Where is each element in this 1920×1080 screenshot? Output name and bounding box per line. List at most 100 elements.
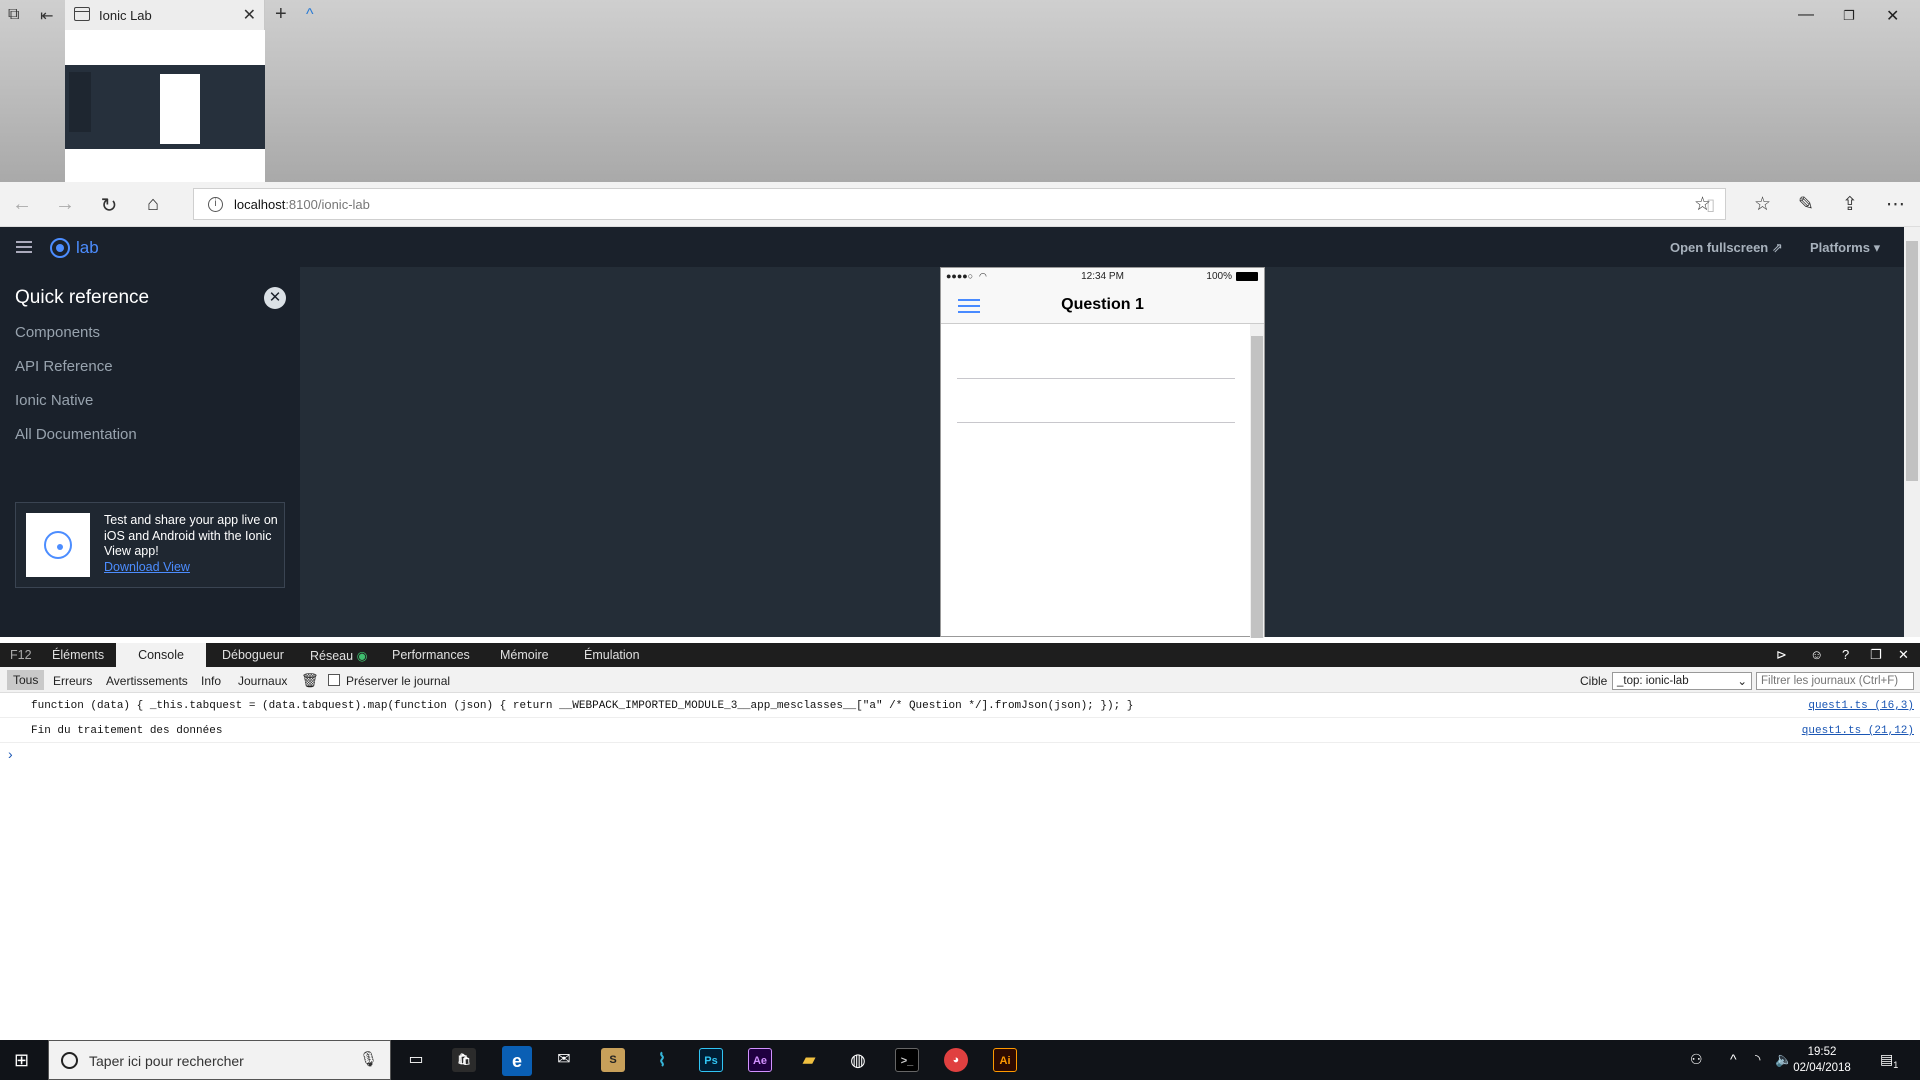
taskbar-search[interactable]: Taper ici pour rechercher 🎙 [48,1040,391,1080]
address-bar[interactable]: i localhost:8100/ionic-lab ▯ [193,188,1726,220]
more-icon[interactable]: ⋯ [1886,193,1905,216]
target-select[interactable]: _top: ionic-lab ⌄ [1612,672,1752,690]
file-explorer-icon[interactable]: ▰ [797,1048,821,1072]
close-sidebar-icon[interactable]: ✕ [264,287,286,309]
refresh-icon[interactable]: ↻ [97,193,121,218]
store-icon[interactable]: 🛍 [452,1048,476,1072]
phone-navbar: Question 1 [941,286,1264,324]
filter-warnings[interactable]: Avertissements [106,674,188,688]
mail-icon[interactable]: ✉ [552,1048,576,1072]
close-tab-icon[interactable]: ✕ [243,5,256,25]
download-view-link[interactable]: Download View [104,560,190,574]
edge-icon[interactable]: e [502,1046,532,1076]
filter-logs-input[interactable] [1756,672,1914,690]
list-item[interactable] [957,378,1235,379]
tab-network[interactable]: Réseau ◉ [310,648,368,663]
tab-preview-thumbnail[interactable] [65,30,265,182]
code-icon[interactable]: ⌇ [650,1048,674,1072]
illustrator-icon[interactable]: Ai [993,1048,1017,1072]
tab-preview-toggle-icon[interactable]: ^ [306,6,314,24]
caret-down-icon: ▾ [1873,240,1881,255]
f12-label: F12 [10,648,32,662]
sidebar-item-ionic-native[interactable]: Ionic Native [15,392,93,409]
list-item[interactable] [957,422,1235,423]
sidebar-item-components[interactable]: Components [15,324,100,341]
tab-manager-icon[interactable]: ⧉ [8,6,19,24]
devtools-tabbar: F12 Éléments Console Débogueur Réseau ◉ … [0,643,1920,667]
sidebar-item-api-reference[interactable]: API Reference [15,358,113,375]
ionic-view-promo: Test and share your app live on iOS and … [15,502,285,588]
lab-logo-text: lab [76,238,99,257]
open-fullscreen-link[interactable]: Open fullscreen ⇗ [1670,240,1783,256]
taskbar-clock[interactable]: 19:52 02/04/2018 [1792,1044,1852,1076]
log-source-link[interactable]: quest1.ts (16,3) [1808,700,1914,712]
volume-icon[interactable]: 🔈 [1775,1051,1792,1068]
promo-text: Test and share your app live on iOS and … [104,513,278,558]
tab-debugger[interactable]: Débogueur [222,648,284,662]
restore-icon[interactable]: ❐ [1843,8,1855,24]
console-prompt[interactable]: › [8,746,13,762]
platforms-dropdown[interactable]: Platforms ▾ [1810,240,1880,256]
favorites-hub-icon[interactable]: ☆ [1754,193,1771,216]
tab-memory[interactable]: Mémoire [500,648,549,662]
forward-icon[interactable]: → [53,193,77,216]
task-view-icon[interactable]: ▭ [404,1048,428,1072]
phone-scrollbar[interactable] [1250,324,1264,638]
browser-tabstrip: ⧉ ⇤ Ionic Lab ✕ + ^ — ❐ ✕ [0,0,1920,182]
microphone-icon[interactable]: 🎙 [359,1050,378,1068]
feedback-icon[interactable]: ☺ [1810,647,1823,662]
home-icon[interactable]: ⌂ [141,193,165,216]
preserve-log-checkbox[interactable] [328,674,340,686]
tray-chevron-icon[interactable]: ^ [1730,1051,1737,1067]
terminal-icon[interactable]: >_ [895,1048,919,1072]
web-note-icon[interactable]: ✎ [1798,193,1814,216]
notification-badge: 1 [1893,1059,1899,1070]
undock-icon[interactable]: ❐ [1870,647,1882,663]
sidebar-item-all-documentation[interactable]: All Documentation [15,426,137,443]
filter-info[interactable]: Info [201,674,221,688]
tab-elements[interactable]: Éléments [52,648,104,662]
share-icon[interactable]: ⇪ [1842,193,1858,216]
lab-header: lab Open fullscreen ⇗ Platforms ▾ [0,227,1904,267]
browser-tab-ionic-lab[interactable]: Ionic Lab ✕ [65,0,265,30]
site-info-icon[interactable]: i [208,197,223,212]
chevron-down-icon: ⌄ [1737,676,1747,688]
new-tab-icon[interactable]: + [275,3,287,26]
console-log-entry: Fin du traitement des données quest1.ts … [0,719,1920,743]
close-devtools-icon[interactable]: ✕ [1898,647,1909,663]
menu-icon[interactable] [16,241,32,253]
people-icon[interactable]: ⚇ [1690,1051,1703,1068]
tab-performance[interactable]: Performances [392,648,470,662]
quick-reference-sidebar: Quick reference ✕ Components API Referen… [0,267,300,637]
external-link-icon: ⇗ [1771,240,1783,255]
filter-logs[interactable]: Journaux [238,674,287,688]
filter-all[interactable]: Tous [7,670,45,690]
url-text[interactable]: localhost:8100/ionic-lab [234,197,370,212]
help-icon[interactable]: ? [1842,647,1849,662]
log-message: function (data) { _this.tabquest = (data… [31,700,1134,712]
close-window-icon[interactable]: ✕ [1886,6,1899,26]
back-icon[interactable]: ← [10,193,34,216]
wifi-tray-icon[interactable]: ◝ [1755,1051,1760,1068]
photoshop-icon[interactable]: Ps [699,1048,723,1072]
clock-date: 02/04/2018 [1793,1062,1851,1074]
windows-start-icon[interactable]: ⊞ [14,1050,29,1071]
favorite-star-icon[interactable]: ☆ [1694,193,1711,216]
set-aside-tabs-icon[interactable]: ⇤ [40,6,53,26]
cortana-icon [61,1052,78,1069]
console-toggle-icon[interactable]: ⊳ [1776,647,1787,663]
chrome-icon[interactable]: ◍ [846,1048,870,1072]
clear-console-icon[interactable]: 🗑 [301,672,319,689]
tab-console[interactable]: Console [116,643,206,667]
ionic-view-logo [26,513,90,577]
after-effects-icon[interactable]: Ae [748,1048,772,1072]
action-center-icon[interactable]: ▤1 [1880,1051,1898,1070]
filter-errors[interactable]: Erreurs [53,674,92,688]
log-source-link[interactable]: quest1.ts (21,12) [1802,725,1914,737]
sublime-icon[interactable]: S [601,1048,625,1072]
log-message: Fin du traitement des données [31,725,223,737]
chat-app-icon[interactable]: ◕ [944,1048,968,1072]
minimize-icon[interactable]: — [1798,6,1814,24]
page-scrollbar[interactable] [1904,227,1920,637]
tab-emulation[interactable]: Émulation [584,648,640,662]
